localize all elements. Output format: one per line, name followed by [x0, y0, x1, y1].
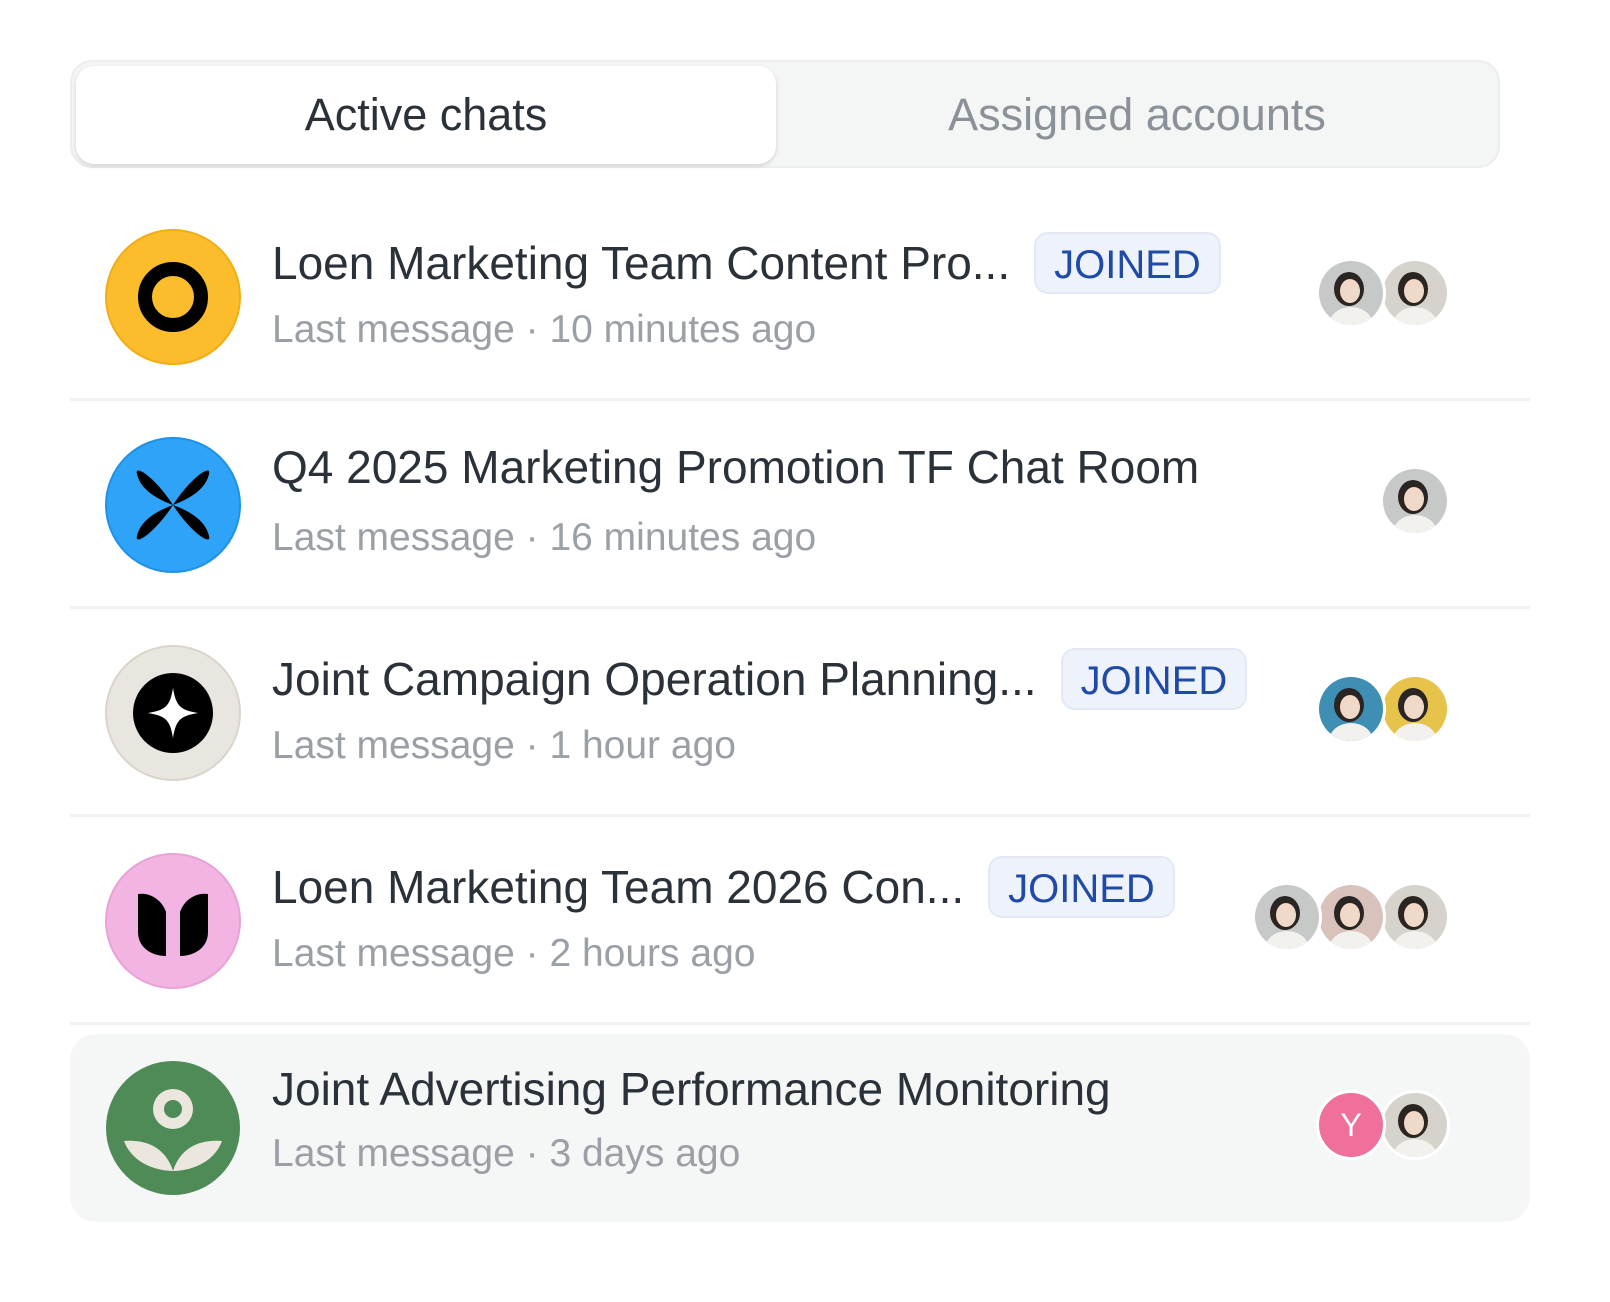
chat-title: Loen Marketing Team Content Pro...	[272, 237, 1011, 289]
last-message-time: Last message · 10 minutes ago	[272, 308, 817, 351]
joined-badge: JOINED	[988, 856, 1175, 918]
chat-row[interactable]: Loen Marketing Team Content Pro... JOINE…	[70, 200, 1530, 401]
last-message-time: Last message · 16 minutes ago	[272, 516, 817, 559]
last-message-time: Last message · 2 hours ago	[272, 932, 756, 975]
joined-badge: JOINED	[1060, 648, 1248, 710]
avatar-photo	[1380, 1090, 1450, 1160]
avatar-photo	[1316, 258, 1386, 328]
member-avatars	[1316, 258, 1450, 328]
chat-row[interactable]: Loen Marketing Team 2026 Con... JOINED L…	[70, 824, 1530, 1025]
last-message-time: Last message · 3 days ago	[272, 1132, 741, 1175]
joined-badge: JOINED	[1034, 232, 1221, 294]
tulip-logo-icon	[104, 852, 242, 990]
avatar-photo	[1380, 258, 1450, 328]
avatar-photo	[1380, 674, 1450, 744]
tab-active-chats[interactable]: Active chats	[76, 66, 776, 164]
member-avatars	[1252, 882, 1450, 952]
tab-bar: Active chats Assigned accounts	[70, 60, 1500, 168]
chat-title: Q4 2025 Marketing Promotion TF Chat Room	[272, 441, 1200, 493]
tab-assigned-accounts[interactable]: Assigned accounts	[777, 66, 1497, 164]
avatar-photo	[1316, 882, 1386, 952]
sparkle-logo-icon	[104, 644, 242, 782]
butterfly-logo-icon	[104, 436, 242, 574]
avatar-photo	[1252, 882, 1322, 952]
chat-title: Joint Campaign Operation Planning...	[272, 653, 1037, 705]
avatar-photo	[1316, 674, 1386, 744]
ring-logo-icon	[104, 228, 242, 366]
last-message-time: Last message · 1 hour ago	[272, 724, 736, 767]
member-avatars: Y	[1316, 1090, 1450, 1160]
chat-row[interactable]: Joint Campaign Operation Planning... JOI…	[70, 616, 1530, 817]
sprout-logo-icon	[104, 1059, 242, 1197]
avatar-photo	[1380, 466, 1450, 536]
chat-row[interactable]: Q4 2025 Marketing Promotion TF Chat Room…	[70, 408, 1530, 609]
chat-title: Joint Advertising Performance Monitoring	[272, 1063, 1111, 1115]
avatar-photo	[1380, 882, 1450, 952]
chat-list: Loen Marketing Team Content Pro... JOINE…	[70, 200, 1530, 1222]
member-avatars	[1316, 674, 1450, 744]
chat-title: Loen Marketing Team 2026 Con...	[272, 861, 965, 913]
chat-row[interactable]: Joint Advertising Performance Monitoring…	[70, 1034, 1530, 1222]
avatar-initial: Y	[1316, 1090, 1386, 1160]
member-avatars	[1380, 466, 1450, 536]
